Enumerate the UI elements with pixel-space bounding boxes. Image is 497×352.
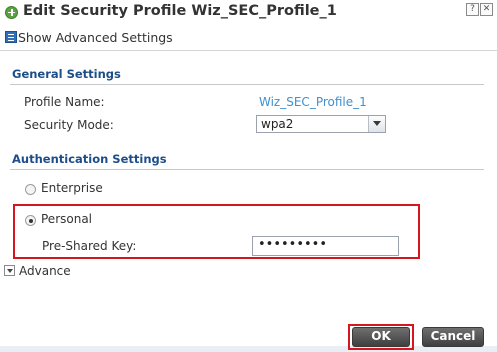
show-advanced-settings-label: Show Advanced Settings bbox=[18, 30, 173, 45]
general-settings-divider bbox=[10, 84, 484, 85]
enterprise-label: Enterprise bbox=[41, 181, 103, 195]
edit-icon bbox=[5, 6, 18, 19]
authentication-settings-divider bbox=[10, 169, 484, 170]
authentication-settings-heading: Authentication Settings bbox=[12, 152, 167, 166]
ok-button[interactable]: OK bbox=[352, 327, 410, 347]
pre-shared-key-label: Pre-Shared Key: bbox=[42, 239, 137, 253]
toolbar-divider bbox=[0, 50, 497, 51]
security-mode-value: wpa2 bbox=[261, 117, 294, 131]
list-icon bbox=[5, 31, 17, 43]
pre-shared-key-input[interactable]: ••••••••• bbox=[252, 236, 399, 256]
advance-toggle-icon[interactable] bbox=[4, 265, 15, 276]
profile-name-label: Profile Name: bbox=[24, 95, 105, 109]
cancel-button[interactable]: Cancel bbox=[422, 327, 484, 347]
chevron-down-icon[interactable] bbox=[368, 116, 385, 132]
security-mode-label: Security Mode: bbox=[24, 118, 114, 132]
pre-shared-key-value: ••••••••• bbox=[258, 237, 328, 252]
profile-name-value: Wiz_SEC_Profile_1 bbox=[259, 95, 367, 109]
dialog-footer bbox=[0, 346, 497, 352]
personal-label: Personal bbox=[41, 212, 93, 226]
general-settings-heading: General Settings bbox=[12, 67, 121, 81]
close-icon[interactable]: ✕ bbox=[480, 3, 493, 16]
enterprise-radio[interactable] bbox=[25, 184, 36, 195]
advance-label[interactable]: Advance bbox=[19, 264, 71, 278]
personal-radio[interactable] bbox=[25, 215, 36, 226]
dialog-titlebar: Edit Security Profile Wiz_SEC_Profile_1 … bbox=[0, 0, 497, 28]
dialog-title: Edit Security Profile Wiz_SEC_Profile_1 bbox=[23, 3, 337, 19]
help-icon[interactable]: ? bbox=[466, 3, 479, 16]
security-mode-select[interactable]: wpa2 bbox=[256, 115, 386, 133]
